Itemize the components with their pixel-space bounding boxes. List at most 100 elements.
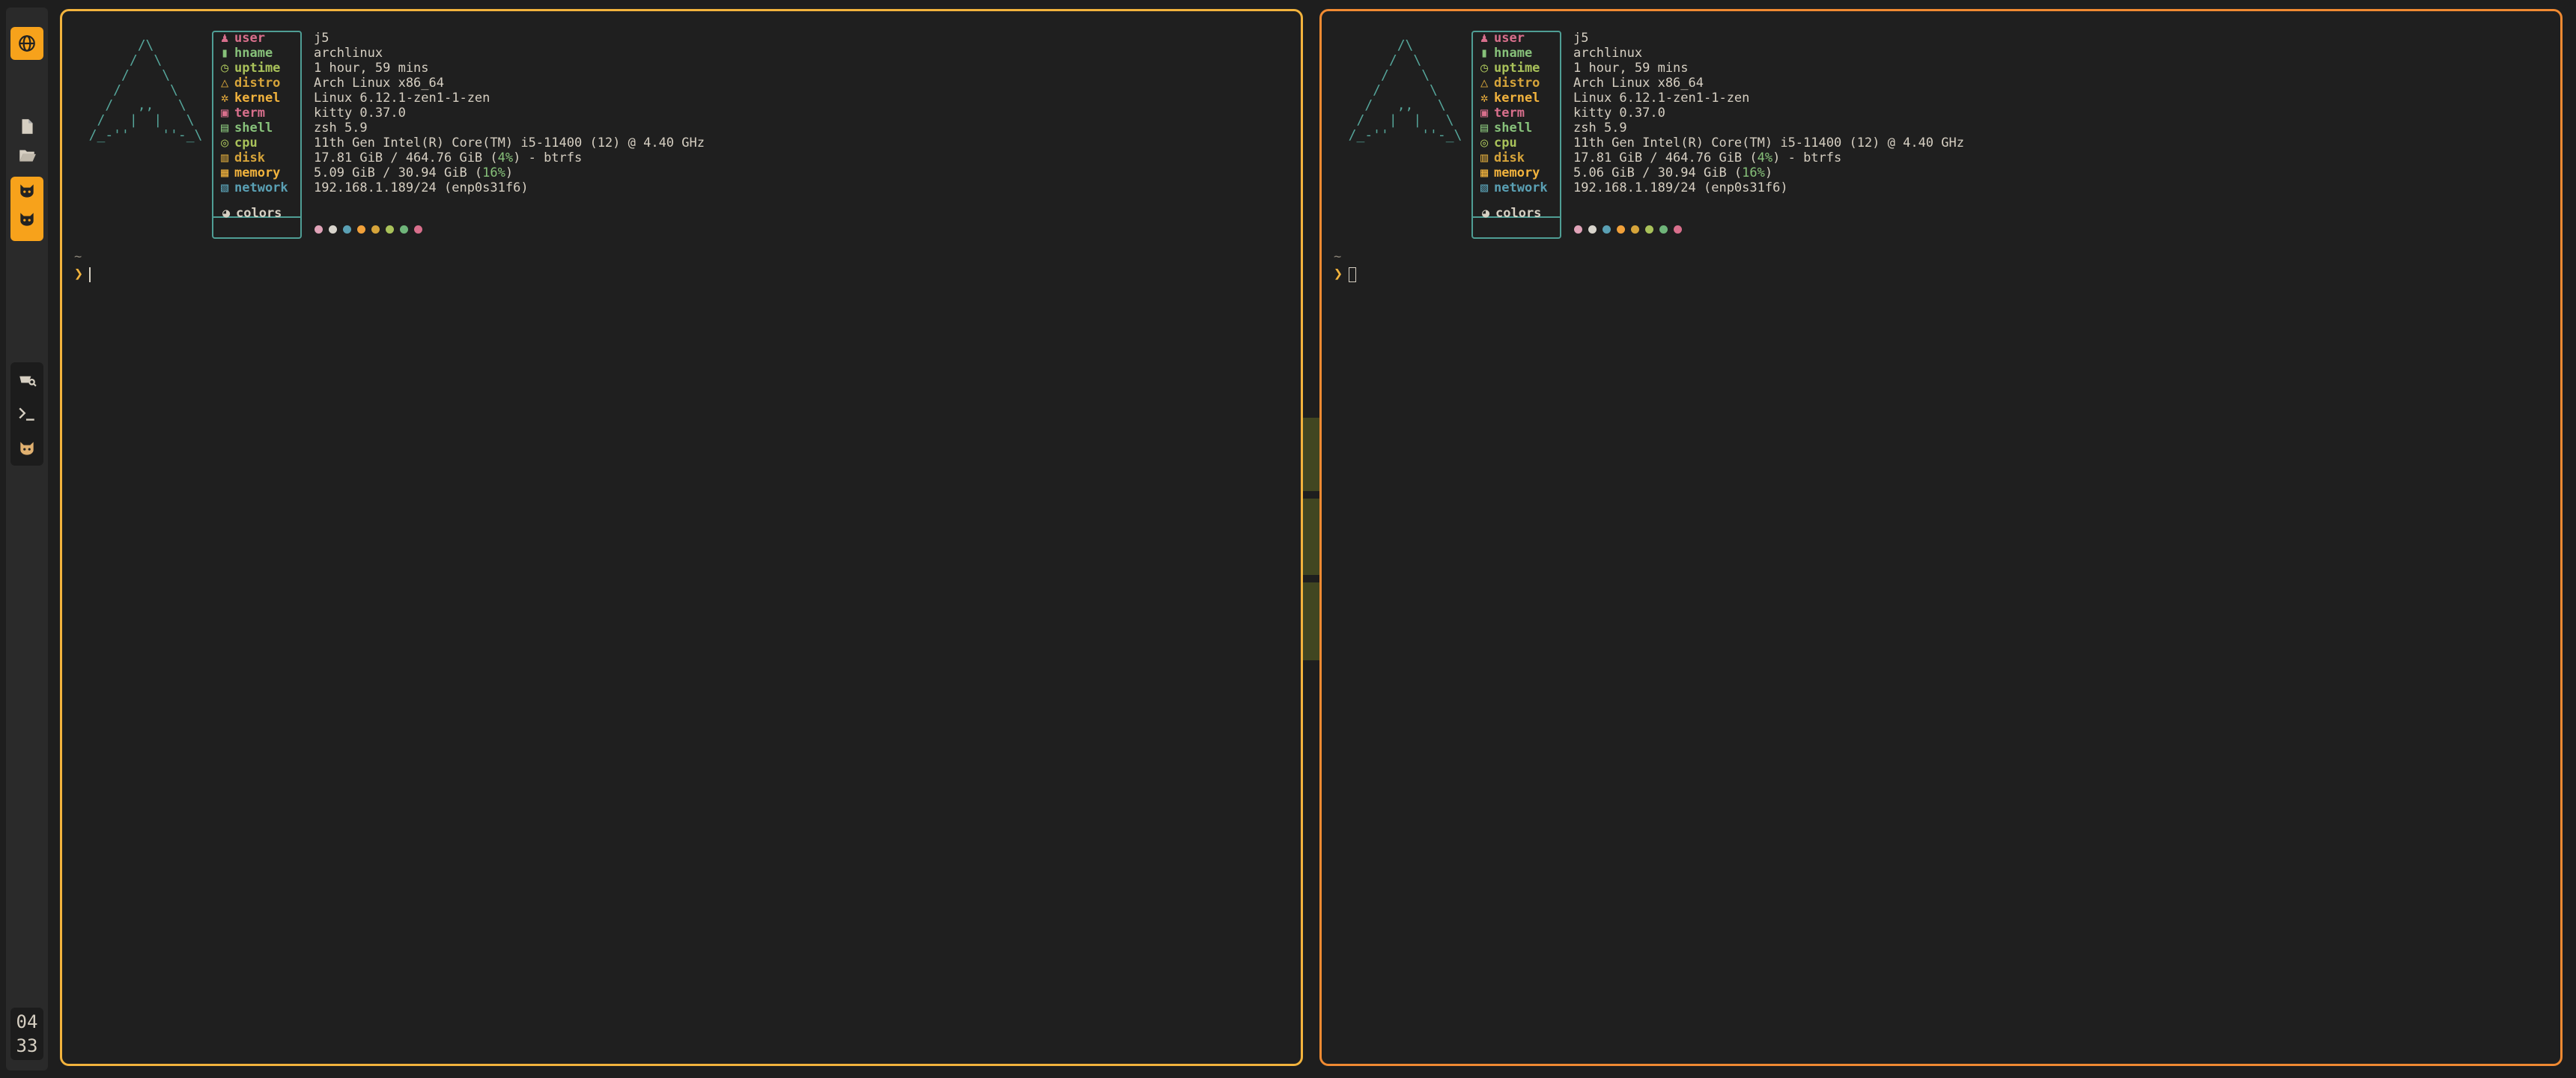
palette-swatch [357,225,365,234]
info-value-shell: zsh 5.9 [314,121,368,135]
clock-icon: ◷ [221,61,229,76]
info-label-disk: ▥ disk [221,150,265,165]
triangle-icon: △ [1480,76,1489,91]
info-value-kernel: Linux 6.12.1-zen1-1-zen [1573,91,1750,106]
info-value-disk: 17.81 GiB / 464.76 GiB (4%) - btrfs [314,150,583,165]
palette-swatch [1659,225,1668,234]
info-label-disk: ▥ disk [1480,150,1525,165]
info-label-network: ▧ network [1480,180,1548,195]
palette-swatch [1631,225,1639,234]
terminal-box-icon: ▣ [221,106,229,121]
clock-minute: 33 [16,1035,38,1056]
cwd-tilde: ~ [1334,249,1342,264]
info-value-kernel: Linux 6.12.1-zen1-1-zen [314,91,490,106]
cpu-icon: ◎ [221,135,229,150]
cat-icon[interactable] [10,205,43,234]
arch-ascii-logo: /\ / \ / \ / \ / ,, \ / | | \ /_-'' ''-_… [1348,37,1462,143]
cwd-tilde: ~ [74,249,82,264]
info-label-term: ▣ term [221,106,265,121]
launcher-button[interactable] [10,27,43,60]
info-value-distro: Arch Linux x86_64 [314,76,444,91]
palette-swatch [1603,225,1611,234]
color-palette [1574,225,1682,234]
info-value-disk: 17.81 GiB / 464.76 GiB (4%) - btrfs [1573,150,1842,165]
info-label-term: ▣ term [1480,106,1525,121]
info-value-cpu: 11th Gen Intel(R) Core(TM) i5-11400 (12)… [1573,135,1964,150]
info-value-uptime: 1 hour, 59 mins [1573,61,1689,76]
info-value-hname: archlinux [314,46,383,61]
terminal-pane-right[interactable]: /\ / \ / \ / \ / ,, \ / | | \ /_-'' ''-_… [1319,9,2563,1066]
battery-icon: ▮ [1480,46,1489,61]
memory-icon: ▦ [221,165,229,180]
info-label-shell: ▤ shell [221,121,273,135]
terminal-box-icon: ▣ [1480,106,1489,121]
palette-swatch [386,225,394,234]
info-label-memory: ▦ memory [221,165,281,180]
info-value-network: 192.168.1.189/24 (enp0s31f6) [314,180,529,195]
cat-icon[interactable] [10,431,43,466]
shell-icon: ▤ [221,121,229,135]
colors-label: ◕ colors [1482,206,1542,221]
palette-swatch [371,225,380,234]
battery-icon: ▮ [221,46,229,61]
text-cursor [89,267,91,282]
prompt-symbol: ❯ [1334,264,1343,282]
palette-swatch [1588,225,1597,234]
gear-icon: ✲ [1480,91,1489,106]
info-label-kernel: ✲ kernel [221,91,281,106]
palette-swatch [414,225,422,234]
color-palette [315,225,422,234]
info-label-cpu: ◎ cpu [1480,135,1517,150]
info-label-cpu: ◎ cpu [221,135,258,150]
folder-open-icon[interactable] [10,141,43,169]
clock-hour: 04 [16,1011,38,1032]
info-value-hname: archlinux [1573,46,1643,61]
clock-icon: ◷ [1480,61,1489,76]
running-apps [10,362,43,466]
info-label-uptime: ◷ uptime [221,61,281,76]
terminal-pane-left[interactable]: /\ / \ / \ / \ / ,, \ / | | \ /_-'' ''-_… [60,9,1303,1066]
prompt-symbol: ❯ [74,264,84,282]
info-value-user: j5 [314,31,329,46]
file-launchers [10,112,43,169]
palette-swatch [1674,225,1682,234]
clock[interactable]: 04 33 [10,1008,43,1060]
network-icon: ▧ [221,180,229,195]
network-icon: ▧ [1480,180,1489,195]
info-value-memory: 5.06 GiB / 30.94 GiB (16%) [1573,165,1773,180]
file-icon[interactable] [10,112,43,141]
info-value-term: kitty 0.37.0 [1573,106,1665,121]
screenshot-tool-icon[interactable] [10,362,43,397]
palette-swatch [1645,225,1653,234]
palette-swatch [343,225,351,234]
info-label-shell: ▤ shell [1480,121,1533,135]
text-cursor [1349,267,1356,282]
memory-icon: ▦ [1480,165,1489,180]
info-label-kernel: ✲ kernel [1480,91,1540,106]
cat-icon[interactable] [10,177,43,205]
shell-icon: ▤ [1480,121,1489,135]
disk-icon: ▥ [221,150,229,165]
info-value-distro: Arch Linux x86_64 [1573,76,1704,91]
info-label-hname: ▮ hname [221,46,273,61]
info-label-network: ▧ network [221,180,288,195]
arch-ascii-logo: /\ / \ / \ / \ / ,, \ / | | \ /_-'' ''-_… [88,37,203,143]
cpu-icon: ◎ [1480,135,1489,150]
disk-icon: ▥ [1480,150,1489,165]
info-label-distro: △ distro [1480,76,1540,91]
triangle-icon: △ [221,76,229,91]
info-label-memory: ▦ memory [1480,165,1540,180]
info-value-network: 192.168.1.189/24 (enp0s31f6) [1573,180,1788,195]
palette-swatch [329,225,337,234]
terminal-icon[interactable] [10,397,43,431]
info-label-uptime: ◷ uptime [1480,61,1540,76]
info-value-uptime: 1 hour, 59 mins [314,61,429,76]
info-label-distro: △ distro [221,76,281,91]
palette-swatch [315,225,323,234]
person-icon: ♟ [1480,31,1489,46]
info-label-user: ♟ user [221,31,265,46]
colors-label: ◕ colors [222,206,282,221]
info-label-user: ♟ user [1480,31,1525,46]
side-bar: 04 33 [6,7,48,1071]
palette-swatch [1617,225,1625,234]
